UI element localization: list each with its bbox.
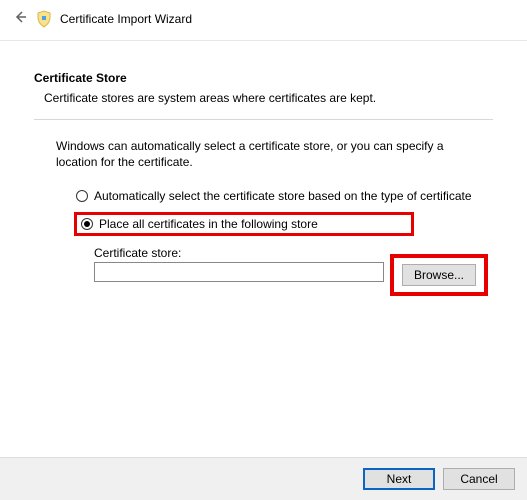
- certificate-store-input[interactable]: [94, 262, 384, 282]
- footer-bar: Next Cancel: [0, 457, 527, 500]
- radio-place-all[interactable]: Place all certificates in the following …: [74, 212, 414, 236]
- browse-highlight: Browse...: [390, 254, 488, 296]
- wizard-title: Certificate Import Wizard: [60, 12, 192, 26]
- intro-text: Windows can automatically select a certi…: [34, 138, 493, 170]
- radio-auto-select[interactable]: Automatically select the certificate sto…: [74, 186, 493, 206]
- radio-place-label: Place all certificates in the following …: [99, 217, 318, 231]
- radio-icon: [81, 218, 93, 230]
- cancel-button[interactable]: Cancel: [443, 468, 515, 490]
- section-heading: Certificate Store: [34, 71, 493, 85]
- certificate-shield-icon: [34, 9, 54, 29]
- radio-icon: [76, 190, 88, 202]
- next-button[interactable]: Next: [363, 468, 435, 490]
- radio-auto-label: Automatically select the certificate sto…: [94, 189, 472, 203]
- section-subtext: Certificate stores are system areas wher…: [44, 91, 493, 105]
- divider: [34, 119, 493, 120]
- back-arrow-icon[interactable]: [8, 9, 32, 30]
- browse-button[interactable]: Browse...: [402, 264, 476, 286]
